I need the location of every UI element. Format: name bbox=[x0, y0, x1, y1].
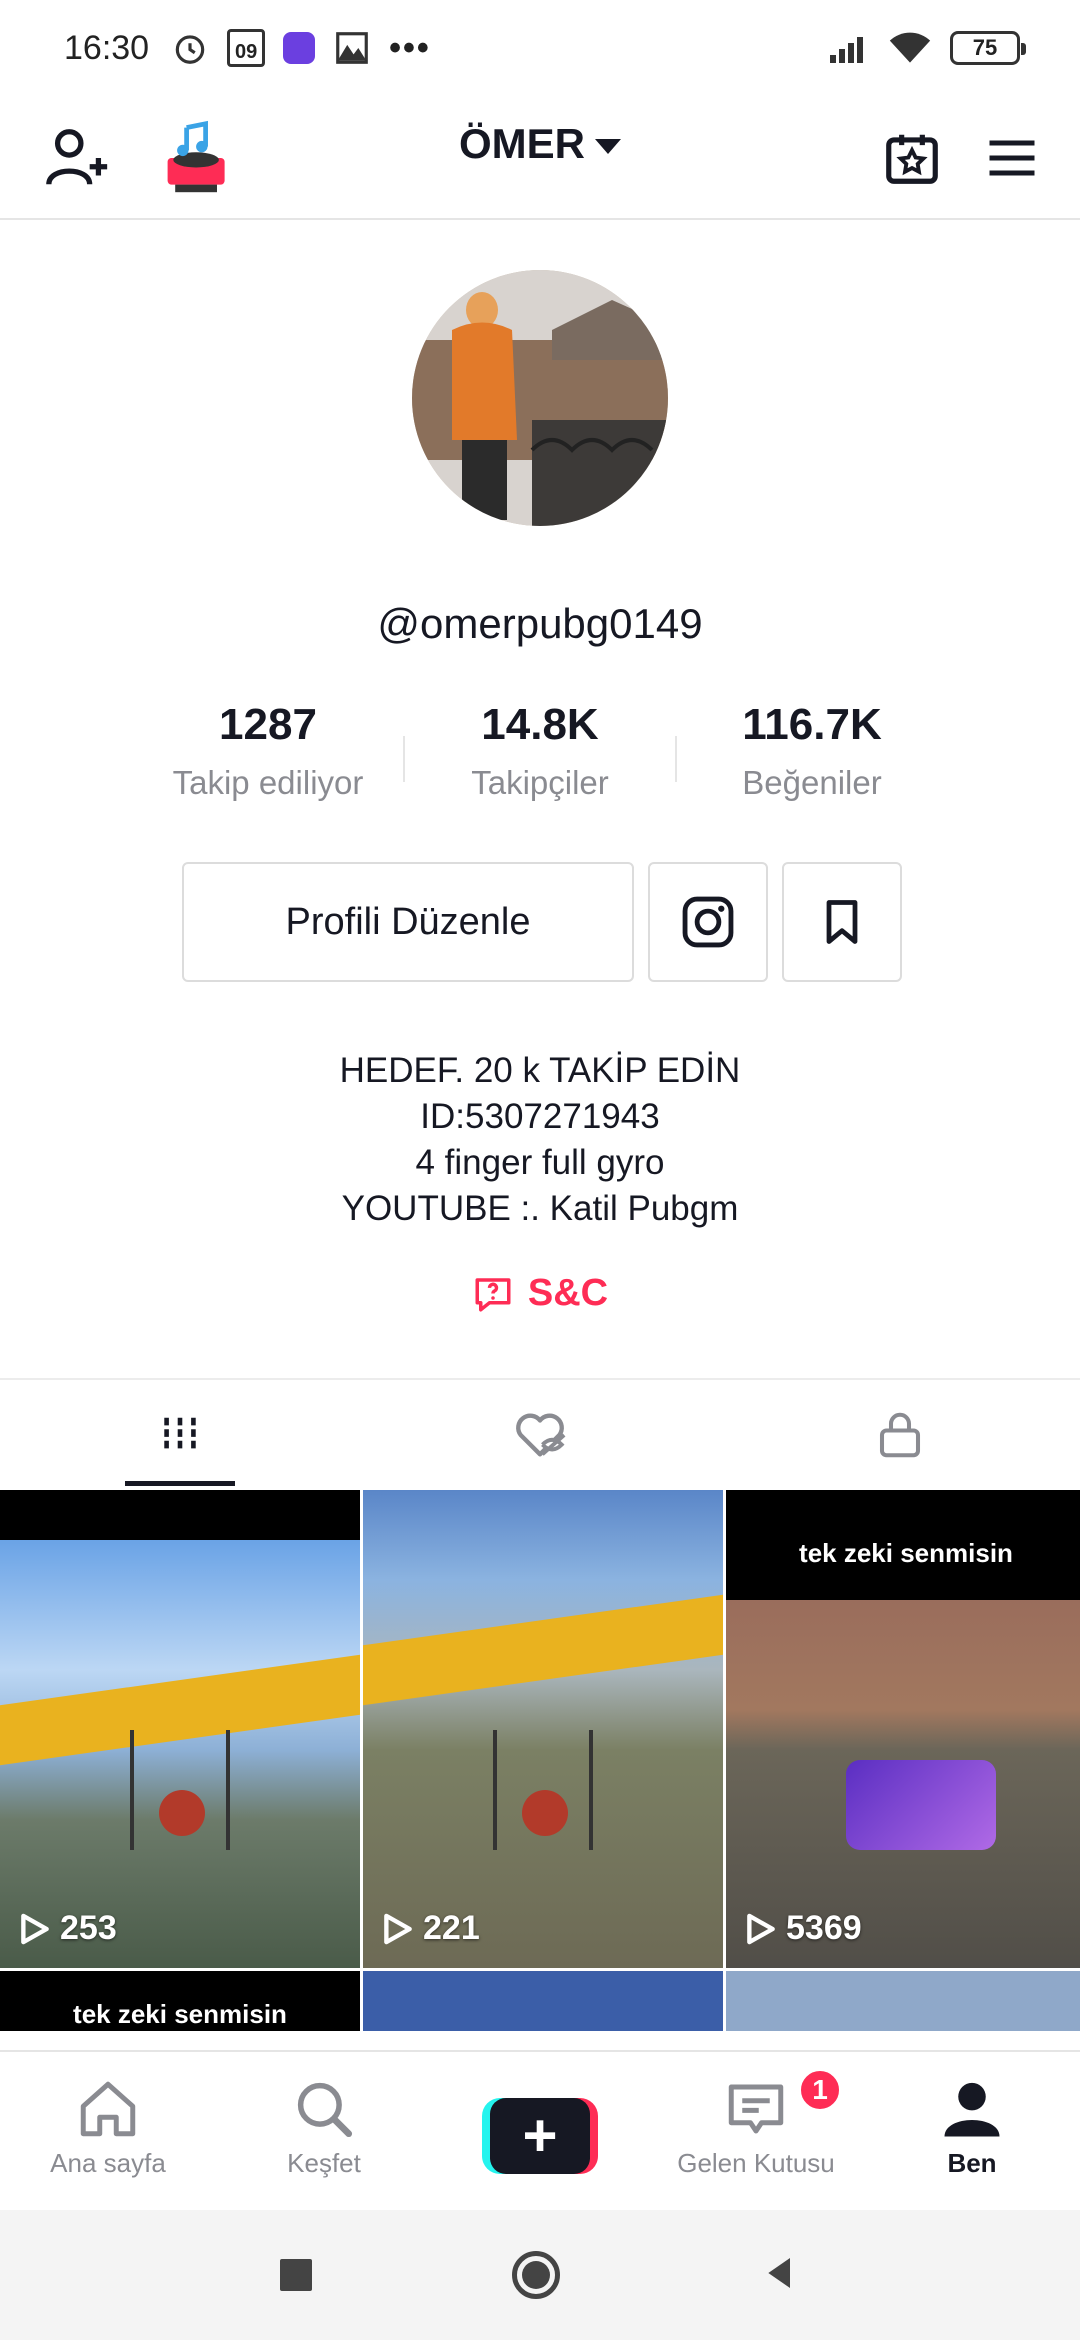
qa-label: S&C bbox=[527, 1272, 609, 1314]
nav-me[interactable]: Ben bbox=[864, 2052, 1080, 2210]
signal-icon bbox=[830, 37, 863, 63]
profile-username: @omerpubg0149 bbox=[377, 600, 703, 647]
question-icon bbox=[475, 1277, 511, 1311]
back-button[interactable] bbox=[760, 2253, 800, 2298]
video-thumbnail[interactable]: tek zeki senmisin 5369 bbox=[726, 1490, 1080, 1968]
gallery-icon bbox=[336, 32, 368, 64]
bookmark-icon bbox=[826, 900, 858, 944]
video-thumbnail[interactable]: tek zeki senmisin bbox=[0, 1971, 360, 2031]
instagram-icon bbox=[682, 896, 734, 948]
calendar-icon: 09 bbox=[227, 29, 266, 67]
bottom-navigation: Ana sayfa Keşfet + Gelen Kutusu 1 Ben bbox=[0, 2050, 1080, 2210]
followers-stat[interactable]: 14.8K Takipçiler bbox=[405, 700, 675, 802]
video-caption: tek zeki senmisin bbox=[799, 1538, 1013, 1568]
likes-count: 116.7K bbox=[742, 700, 882, 749]
nav-home-label: Ana sayfa bbox=[50, 2148, 166, 2178]
play-icon bbox=[747, 1913, 775, 1944]
likes-stat[interactable]: 116.7K Beğeniler bbox=[677, 700, 947, 802]
profile-stats: 1287 Takip ediliyor 14.8K Takipçiler 116… bbox=[0, 700, 1080, 802]
following-stat[interactable]: 1287 Takip ediliyor bbox=[133, 700, 403, 802]
profile-name: ÖMER bbox=[459, 120, 585, 167]
profile-actions: Profili Düzenle bbox=[182, 862, 902, 982]
following-label: Takip ediliyor bbox=[172, 764, 364, 801]
bio-line: YOUTUBE :. Katil Pubgm bbox=[341, 1189, 739, 1228]
inbox-icon bbox=[728, 2084, 784, 2134]
alarm-icon bbox=[175, 35, 205, 64]
thumbnail-graphic bbox=[363, 1594, 723, 1706]
battery-icon: 75 bbox=[950, 31, 1026, 65]
view-count-value: 221 bbox=[423, 1909, 480, 1947]
calendar-star-icon bbox=[886, 134, 938, 184]
more-icon: ••• bbox=[389, 28, 431, 67]
home-button[interactable] bbox=[512, 2251, 560, 2299]
notification-badge: 1 bbox=[798, 2068, 842, 2112]
tab-liked[interactable] bbox=[360, 1380, 720, 1490]
chevron-down-icon bbox=[595, 138, 621, 154]
tab-videos[interactable] bbox=[0, 1380, 360, 1490]
view-count: 5369 bbox=[746, 1909, 862, 1948]
plus-icon: + bbox=[490, 2098, 590, 2174]
instagram-button[interactable] bbox=[648, 862, 768, 982]
video-grid: 253 221 tek zeki senmisin 5369 tek zeki … bbox=[0, 1490, 1080, 2031]
status-bar: 16:30 09 ••• 75 bbox=[0, 0, 1080, 96]
video-thumbnail[interactable]: 221 bbox=[363, 1490, 723, 1968]
video-thumbnail[interactable] bbox=[726, 1971, 1080, 2031]
tab-private[interactable] bbox=[720, 1380, 1080, 1490]
thumbnail-graphic bbox=[846, 1760, 996, 1850]
view-count: 253 bbox=[20, 1909, 117, 1948]
grid-icon bbox=[164, 1417, 196, 1453]
followers-count: 14.8K bbox=[481, 700, 599, 749]
video-thumbnail[interactable] bbox=[363, 1971, 723, 2031]
video-caption: tek zeki senmisin bbox=[73, 1999, 287, 2029]
video-thumbnail[interactable]: 253 bbox=[0, 1490, 360, 1968]
wifi-icon bbox=[889, 32, 931, 63]
edit-profile-button[interactable]: Profili Düzenle bbox=[182, 862, 634, 982]
bio-line: ID:5307271943 bbox=[420, 1097, 660, 1136]
following-count: 1287 bbox=[219, 700, 317, 749]
menu-icon bbox=[989, 140, 1035, 176]
nav-inbox[interactable]: Gelen Kutusu 1 bbox=[648, 2052, 864, 2210]
home-button-dot bbox=[522, 2261, 550, 2289]
lock-icon bbox=[879, 1412, 921, 1458]
profile-tabs bbox=[0, 1378, 1080, 1490]
calendar-star-button[interactable] bbox=[870, 116, 954, 200]
qa-button[interactable]: S&C bbox=[0, 1272, 1080, 1315]
profile-top-bar: ÖMER bbox=[0, 96, 1080, 220]
create-button[interactable]: + bbox=[482, 2098, 598, 2174]
bio-line: HEDEF. 20 k TAKİP EDİN bbox=[339, 1051, 741, 1090]
menu-button[interactable] bbox=[970, 116, 1054, 200]
play-icon bbox=[384, 1913, 412, 1944]
followers-label: Takipçiler bbox=[471, 764, 609, 801]
bookmark-button[interactable] bbox=[782, 862, 902, 982]
profile-bio: HEDEF. 20 k TAKİP EDİN ID:5307271943 4 f… bbox=[0, 1048, 1080, 1232]
likes-label: Beğeniler bbox=[742, 764, 882, 801]
play-icon bbox=[21, 1913, 49, 1944]
nav-discover[interactable]: Keşfet bbox=[216, 2052, 432, 2210]
heart-hidden-icon bbox=[516, 1413, 566, 1457]
battery-level: 75 bbox=[972, 35, 998, 60]
back-icon bbox=[768, 2257, 790, 2288]
nav-home[interactable]: Ana sayfa bbox=[0, 2052, 216, 2210]
recents-button[interactable] bbox=[280, 2259, 312, 2291]
thumbnail-graphic bbox=[493, 1730, 593, 1850]
system-navigation-bar bbox=[0, 2210, 1080, 2340]
avatar-photo bbox=[412, 270, 668, 526]
profile-icon bbox=[944, 2082, 1000, 2137]
search-icon bbox=[297, 2082, 353, 2138]
nav-discover-label: Keşfet bbox=[287, 2148, 361, 2178]
nav-me-label: Ben bbox=[947, 2148, 997, 2178]
view-count-value: 5369 bbox=[786, 1909, 862, 1947]
bio-line: 4 finger full gyro bbox=[415, 1143, 665, 1182]
view-count: 221 bbox=[383, 1909, 480, 1948]
app-icon bbox=[283, 32, 316, 64]
home-icon bbox=[80, 2081, 136, 2137]
view-count-value: 253 bbox=[60, 1909, 117, 1947]
avatar[interactable] bbox=[412, 270, 668, 526]
calendar-icon-date: 09 bbox=[234, 41, 258, 63]
status-time: 16:30 bbox=[64, 28, 150, 67]
nav-create[interactable]: + bbox=[432, 2052, 648, 2210]
thumbnail-graphic bbox=[130, 1730, 230, 1850]
nav-inbox-label: Gelen Kutusu bbox=[677, 2148, 835, 2178]
